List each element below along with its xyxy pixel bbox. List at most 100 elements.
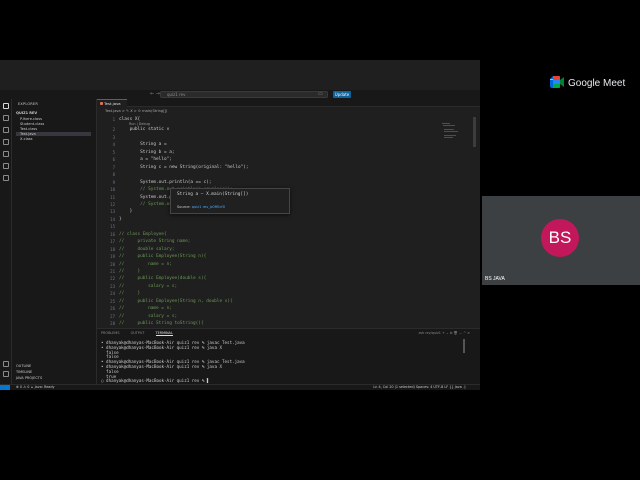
terminal-line: ○ dhanyak@dhanyas-MacBook-Air quiz1 rev … (101, 378, 210, 384)
hover-source-label: Source: (177, 205, 191, 209)
java-file-icon (100, 102, 103, 105)
update-button[interactable]: Update (333, 91, 351, 98)
command-center-search[interactable]: quiz1 rev (160, 91, 328, 98)
line-number: 13 (110, 209, 115, 215)
code-line[interactable]: // public String toString(){ (119, 321, 204, 326)
line-number: 21 (110, 269, 115, 274)
code-line[interactable]: // public Employee(String n, double s){ (119, 299, 233, 304)
code-line[interactable]: // } (119, 269, 140, 274)
line-number: 22 (110, 276, 115, 282)
code-line[interactable]: // public Employee(String n){ (119, 254, 206, 259)
line-number: 24 (110, 291, 115, 297)
tab-test-java[interactable]: Test.java (97, 99, 127, 107)
editor-scrollbar[interactable] (473, 117, 476, 147)
nav-arrows[interactable]: ← → (150, 91, 160, 98)
file-item[interactable]: P.Ihere.class (20, 117, 42, 121)
line-number: 15 (110, 224, 115, 230)
remote-indicator[interactable] (0, 385, 10, 390)
line-number: 14 (110, 216, 115, 222)
code-line[interactable]: a = "hello"; (119, 157, 172, 162)
outline-section[interactable]: OUTLINE (16, 364, 31, 368)
code-line[interactable]: // public Employee(double s){ (119, 276, 206, 281)
breadcrumb[interactable]: Test.java > ✎ X > ⊙ main(String[]) (105, 109, 167, 113)
bottom-panel: PROBLEMS OUTPUT TERMINAL zsh rev/quiz1 +… (97, 328, 480, 384)
google-meet-logo-icon (550, 76, 564, 88)
line-number: 23 (110, 283, 115, 289)
code-line[interactable]: // private String name; (119, 239, 190, 244)
code-line[interactable]: System.out.println(a == c); (119, 180, 211, 185)
hover-signature: String a — X.main(String[]) (177, 192, 249, 197)
layout-icons[interactable]: ▭ (318, 91, 323, 98)
code-line[interactable]: String a = (119, 142, 169, 147)
explorer-sidebar: EXPLORER QUIZ1 REV P.Ihere.class Student… (12, 99, 97, 384)
minimap[interactable] (442, 115, 462, 328)
line-number: 18 (110, 246, 115, 252)
google-meet-brand: Google Meet (568, 78, 626, 89)
participant-name: BS JAVA (485, 276, 505, 282)
line-number: 19 (110, 254, 115, 260)
line-number: 27 (110, 313, 115, 319)
status-left[interactable]: ⊗ 0 ⚠ 0 ☕ Java: Ready (16, 385, 55, 390)
file-item[interactable]: Test.class (20, 127, 37, 131)
status-right[interactable]: Ln 4, Col 20 (1 selected) Spaces: 4 UTF-… (373, 385, 466, 390)
file-item[interactable]: Student.class (20, 122, 44, 126)
testing-icon[interactable] (3, 163, 9, 169)
shared-screen: ← → quiz1 rev ▭ Update EXPLORER QUIZ1 RE… (0, 60, 480, 390)
terminal-line: • dhanyak@dhanyas-MacBook-Air quiz1 rev … (101, 364, 223, 369)
line-number: 5 (112, 149, 115, 155)
extensions-icon[interactable] (3, 151, 9, 157)
line-number: 28 (110, 321, 115, 327)
line-number: 9 (112, 179, 115, 185)
code-line[interactable]: // salary = s; (119, 284, 177, 289)
code-line[interactable]: // class Employee{ (119, 232, 167, 237)
java-projects-section[interactable]: JAVA PROJECTS (16, 376, 42, 380)
code-line[interactable]: // salary = s; (119, 314, 177, 319)
tab-label: Test.java (104, 101, 121, 106)
code-editor[interactable]: 1 2 3 4 5 6 7 8 9 10 11 12 13 14 15 16 17 18 19 20 21 22 23 24 2… (97, 115, 480, 328)
explorer-icon[interactable] (3, 103, 9, 109)
source-control-icon[interactable] (3, 127, 9, 133)
line-number: 6 (112, 157, 115, 163)
line-number: 25 (110, 298, 115, 304)
terminal-actions[interactable]: zsh rev/quiz1 + ⌄ ⧉ 🗑 … ^ × (418, 331, 470, 335)
timeline-section[interactable]: TIMELINE (16, 370, 32, 374)
code-line[interactable]: // name = n; (119, 306, 172, 311)
tab-problems[interactable]: PROBLEMS (101, 331, 120, 335)
run-debug-codelens[interactable]: Run | Debug (129, 122, 150, 126)
code-line[interactable]: String c = new String(original: "hello")… (119, 165, 248, 170)
code-line[interactable]: class X{ (119, 117, 140, 122)
code-line[interactable]: // double salary; (119, 247, 175, 252)
file-item[interactable]: X.class (20, 137, 33, 141)
activity-bar (0, 99, 12, 384)
folder-quiz1-rev[interactable]: QUIZ1 REV (16, 111, 37, 115)
code-line[interactable]: // name = n; (119, 262, 172, 267)
line-number: 7 (112, 164, 115, 170)
hover-tooltip: String a — X.main(String[]) Source: quiz… (170, 188, 290, 214)
search-icon[interactable] (3, 115, 9, 121)
code-line[interactable]: } (119, 209, 133, 214)
terminal-scrollbar[interactable] (463, 339, 465, 353)
manage-gear-icon[interactable] (3, 371, 9, 377)
tab-output[interactable]: OUTPUT (131, 331, 145, 335)
run-debug-icon[interactable] (3, 139, 9, 145)
code-line[interactable]: // } (119, 291, 140, 296)
line-number: 10 (110, 187, 115, 193)
account-icon[interactable] (3, 361, 9, 367)
line-number: 8 (112, 172, 115, 178)
line-number-gutter: 1 2 3 4 5 6 7 8 9 10 11 12 13 14 15 16 17 18 19 20 21 22 23 24 2… (97, 115, 115, 328)
line-number: 1 (112, 117, 115, 122)
tab-terminal[interactable]: TERMINAL (155, 331, 173, 336)
file-item-selected[interactable]: Test.java (16, 132, 91, 136)
explorer-title: EXPLORER (18, 102, 38, 106)
editor-tabs: Test.java (97, 99, 480, 107)
code-line[interactable]: String b = a; (119, 150, 174, 155)
hover-source: Source: quiz1 rev_b0ff0cf0 (177, 205, 225, 209)
code-line[interactable]: public static v (119, 127, 170, 132)
line-number: 2 (112, 127, 115, 133)
code-area[interactable]: Run | Debug class X{ public static v Str… (119, 115, 439, 328)
java-icon[interactable] (3, 175, 9, 181)
code-line[interactable]: } (119, 217, 122, 222)
hover-source-link[interactable]: quiz1 rev_b0ff0cf0 (192, 205, 225, 209)
line-number: 20 (110, 261, 115, 267)
terminal-line: • dhanyak@dhanyas-MacBook-Air quiz1 rev … (101, 344, 223, 350)
